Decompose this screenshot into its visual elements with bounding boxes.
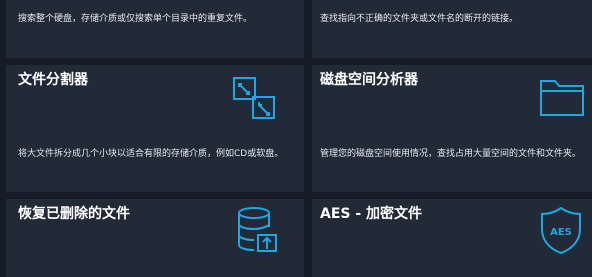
card-file-splitter-description: 将大文件拆分成几个小块以适合有限的存储介质，例如CD或软盘。 (18, 149, 284, 159)
card-broken-links[interactable]: 查找指向不正确的文件夹或文件名的断开的链接。 (312, 0, 592, 58)
split-arrows-icon (232, 76, 276, 120)
card-disk-space-analyzer-description: 管理您的磁盘空间使用情况，查找占用大量空间的文件和文件夹。 (320, 149, 582, 159)
card-recover-deleted[interactable]: 恢复已删除的文件 (6, 199, 304, 277)
card-duplicate-finder-description: 搜索整个硬盘，存储介质或仅搜索单个目录中的重复文件。 (18, 14, 253, 24)
card-aes-encrypt[interactable]: AES - 加密文件 AES (312, 199, 592, 277)
card-file-splitter[interactable]: 文件分割器 将大文件拆分成几个小块以适合有限的存储介质，例如CD或软盘。 (6, 65, 304, 192)
card-duplicate-finder[interactable]: 搜索整个硬盘，存储介质或仅搜索单个目录中的重复文件。 (6, 0, 304, 58)
folder-icon (538, 76, 586, 118)
aes-shield-label: AES (550, 227, 572, 238)
card-recover-deleted-title: 恢复已删除的文件 (18, 206, 130, 222)
card-disk-space-analyzer-title: 磁盘空间分析器 (320, 72, 418, 88)
tools-grid: 搜索整个硬盘，存储介质或仅搜索单个目录中的重复文件。 查找指向不正确的文件夹或文… (0, 0, 592, 277)
card-broken-links-description: 查找指向不正确的文件夹或文件名的断开的链接。 (320, 14, 519, 24)
card-aes-encrypt-title: AES - 加密文件 (320, 206, 423, 222)
card-file-splitter-title: 文件分割器 (18, 72, 88, 88)
aes-shield-icon: AES (538, 205, 584, 255)
card-disk-space-analyzer[interactable]: 磁盘空间分析器 管理您的磁盘空间使用情况，查找占用大量空间的文件和文件夹。 (312, 65, 592, 192)
database-restore-icon (234, 205, 286, 257)
